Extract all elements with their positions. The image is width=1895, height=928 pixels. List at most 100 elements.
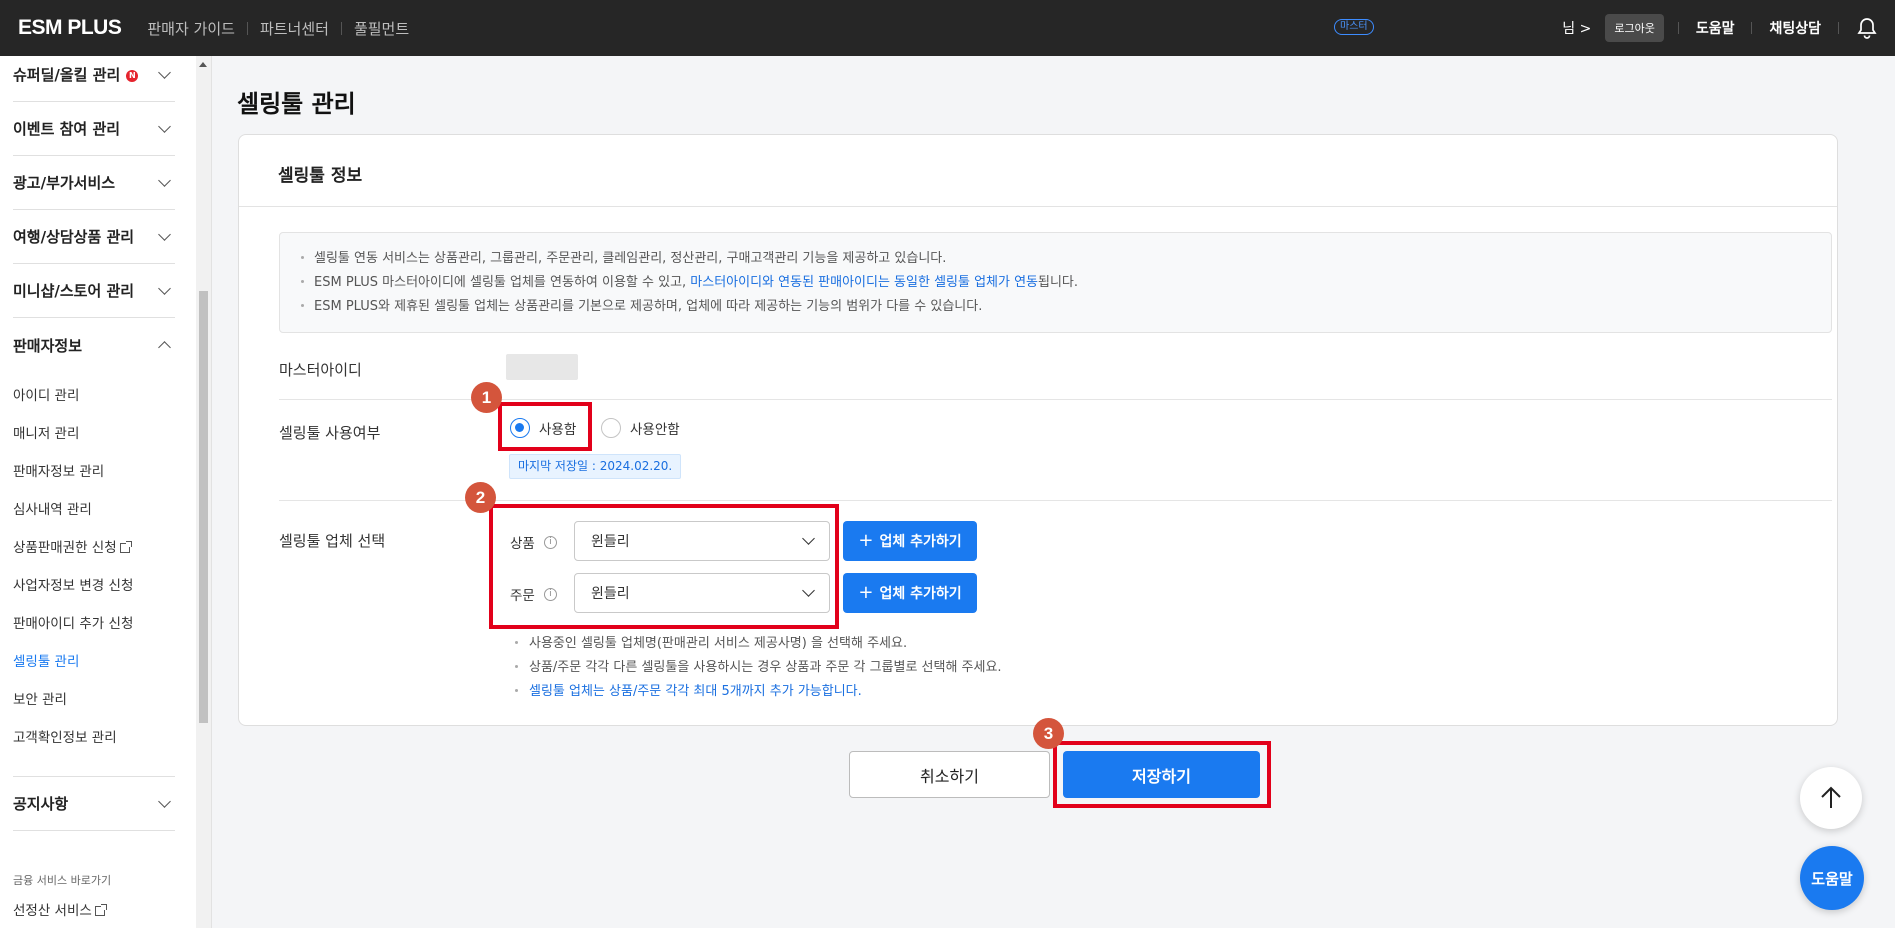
nav-partner-center[interactable]: 파트너센터 bbox=[260, 18, 329, 39]
chevron-down-icon bbox=[158, 794, 171, 808]
radio-no-use[interactable]: 사용안함 bbox=[601, 418, 680, 438]
sidebar-item-seller-info[interactable]: 판매자정보 관리 bbox=[13, 460, 104, 480]
info-text: 셀링툴 연동 서비스는 상품관리, 그룹관리, 주문관리, 클레임관리, 정산관… bbox=[314, 251, 947, 266]
external-link-icon bbox=[94, 904, 107, 916]
help-float-button[interactable]: 도움말 bbox=[1800, 846, 1864, 910]
radio-label: 사용안함 bbox=[630, 422, 680, 438]
chevron-down-icon bbox=[158, 227, 171, 241]
note-line: 셀링툴 업체는 상품/주문 각각 최대 5개까지 추가 가능합니다. bbox=[515, 680, 1002, 704]
sidebar-group-label: 공지사항 bbox=[13, 795, 69, 813]
sidebar-group-travel[interactable]: 여행/상담상품 관리 bbox=[13, 210, 175, 264]
sidebar-item-id-manage[interactable]: 아이디 관리 bbox=[13, 384, 79, 404]
plus-icon: + bbox=[858, 529, 874, 551]
sidebar-item-business-change[interactable]: 사업자정보 변경 신청 bbox=[13, 574, 133, 594]
vendor-select-label: 셀링툴 업체 선택 bbox=[279, 532, 386, 550]
chevron-down-icon bbox=[158, 173, 171, 187]
info-text: ESM PLUS 마스터아이디에 셀링툴 업체를 연동하여 이용할 수 있고, bbox=[314, 275, 691, 290]
note-line: 사용중인 셀링툴 업체명(판매관리 서비스 제공사명) 을 선택해 주세요. bbox=[515, 632, 1002, 656]
bullet bbox=[301, 256, 304, 259]
chevron-up-icon bbox=[158, 340, 171, 354]
card-title: 셀링툴 정보 bbox=[278, 166, 363, 186]
sidebar-group-notice[interactable]: 공지사항 bbox=[13, 777, 175, 831]
nav-divider bbox=[246, 21, 248, 35]
sidebar-item-review-history[interactable]: 심사내역 관리 bbox=[13, 498, 92, 518]
button-label: 업체 추가하기 bbox=[879, 586, 962, 602]
annotation-marker-1: 1 bbox=[471, 382, 502, 413]
external-link-icon bbox=[119, 541, 132, 553]
bullet bbox=[301, 280, 304, 283]
note-line: 상품/주문 각각 다른 셀링툴을 사용하시는 경우 상품과 주문 각 그룹별로 … bbox=[515, 656, 1002, 680]
help-link[interactable]: 도움말 bbox=[1696, 18, 1735, 38]
cancel-button[interactable]: 취소하기 bbox=[849, 751, 1050, 798]
annotation-marker-3: 3 bbox=[1033, 718, 1064, 749]
sidebar-item-customer-verify[interactable]: 고객확인정보 관리 bbox=[13, 726, 117, 746]
nav-fulfillment[interactable]: 풀필먼트 bbox=[354, 18, 409, 39]
master-id-label: 마스터아이디 bbox=[279, 361, 362, 379]
add-order-vendor-button[interactable]: + 업체 추가하기 bbox=[843, 573, 977, 613]
sidebar-group-ads[interactable]: 광고/부가서비스 bbox=[13, 156, 175, 210]
sidebar-group-label: 미니샵/스토어 관리 bbox=[13, 282, 135, 300]
sidebar: 슈퍼딜/올킬 관리 N 이벤트 참여 관리 광고/부가서비스 여행/상담상품 관리… bbox=[0, 56, 212, 928]
master-id-value-masked bbox=[506, 354, 578, 380]
card-header: 셀링툴 정보 bbox=[239, 135, 1837, 207]
bullet bbox=[515, 641, 518, 644]
button-label: 업체 추가하기 bbox=[879, 534, 962, 550]
row-divider bbox=[279, 500, 1832, 501]
top-nav: 판매자 가이드 파트너센터 풀필먼트 bbox=[147, 18, 409, 39]
selling-tool-card: 셀링툴 정보 셀링툴 연동 서비스는 상품관리, 그룹관리, 주문관리, 클레임… bbox=[238, 134, 1838, 726]
nav-divider bbox=[340, 21, 342, 35]
sidebar-group-label: 여행/상담상품 관리 bbox=[13, 228, 135, 246]
radio-circle[interactable] bbox=[601, 418, 621, 438]
sidebar-item-security[interactable]: 보안 관리 bbox=[13, 688, 67, 708]
usage-label: 셀링툴 사용여부 bbox=[279, 424, 381, 442]
annotation-box-3 bbox=[1053, 741, 1271, 808]
bell-icon[interactable] bbox=[1839, 0, 1895, 56]
info-line: ESM PLUS와 제휴된 셀링툴 업체는 상품관리를 기본으로 제공하며, 업… bbox=[301, 295, 1831, 319]
logout-button[interactable]: 로그아웃 bbox=[1605, 14, 1664, 42]
info-text: 됩니다. bbox=[1038, 275, 1079, 290]
last-saved-badge: 마지막 저장일 : 2024.02.20. bbox=[509, 454, 682, 479]
annotation-marker-2: 2 bbox=[465, 482, 496, 513]
note-highlight: 셀링툴 업체는 상품/주문 각각 최대 5개까지 추가 가능합니다. bbox=[529, 684, 862, 699]
sidebar-item-selling-tool[interactable]: 셀링툴 관리 bbox=[13, 650, 79, 670]
sidebar-group-label: 판매자정보 bbox=[13, 336, 83, 355]
page-title: 셀링툴 관리 bbox=[237, 90, 356, 118]
sidebar-item-sales-permission[interactable]: 상품판매권한 신청 bbox=[13, 536, 132, 556]
scroll-to-top-button[interactable] bbox=[1800, 767, 1862, 829]
info-line: ESM PLUS 마스터아이디에 셀링툴 업체를 연동하여 이용할 수 있고, … bbox=[301, 271, 1831, 295]
sidebar-group-seller-info[interactable]: 판매자정보 bbox=[13, 318, 175, 372]
info-box: 셀링툴 연동 서비스는 상품관리, 그룹관리, 주문관리, 클레임관리, 정산관… bbox=[279, 232, 1832, 333]
finance-section-label: 금융 서비스 바로가기 bbox=[13, 874, 112, 887]
scroll-thumb[interactable] bbox=[199, 291, 208, 723]
sidebar-item-pre-settlement[interactable]: 선정산 서비스 bbox=[13, 899, 107, 919]
sidebar-item-label: 선정산 서비스 bbox=[13, 903, 92, 919]
info-text: ESM PLUS와 제휴된 셀링툴 업체는 상품관리를 기본으로 제공하며, 업… bbox=[314, 299, 983, 314]
sidebar-item-manager-manage[interactable]: 매니저 관리 bbox=[13, 422, 79, 442]
sidebar-item-add-sales-id[interactable]: 판매아이디 추가 신청 bbox=[13, 612, 133, 632]
annotation-box-1 bbox=[498, 402, 592, 451]
sidebar-group-event[interactable]: 이벤트 참여 관리 bbox=[13, 102, 175, 156]
sidebar-group-label: 슈퍼딜/올킬 관리 bbox=[13, 66, 121, 84]
esm-plus-logo[interactable]: ESM PLUS bbox=[18, 16, 122, 40]
user-menu[interactable]: 님 > bbox=[1562, 18, 1591, 38]
bullet bbox=[301, 304, 304, 307]
note-text: 사용중인 셀링툴 업체명(판매관리 서비스 제공사명) 을 선택해 주세요. bbox=[529, 636, 908, 651]
chevron-down-icon bbox=[158, 65, 171, 79]
nav-seller-guide[interactable]: 판매자 가이드 bbox=[147, 18, 235, 39]
bullet bbox=[515, 665, 518, 668]
top-right: 님 > 로그아웃 도움말 채팅상담 bbox=[1562, 0, 1895, 56]
sidebar-group-label: 이벤트 참여 관리 bbox=[13, 120, 121, 138]
sidebar-group-label: 광고/부가서비스 bbox=[13, 174, 116, 192]
new-badge: N bbox=[126, 70, 139, 82]
chat-link[interactable]: 채팅상담 bbox=[1769, 18, 1821, 38]
sidebar-group-superdeal[interactable]: 슈퍼딜/올킬 관리 N bbox=[13, 56, 175, 102]
sidebar-scrollbar[interactable] bbox=[196, 56, 211, 928]
header-divider bbox=[1677, 22, 1679, 34]
chevron-down-icon bbox=[158, 281, 171, 295]
annotation-box-2 bbox=[489, 504, 839, 629]
sidebar-group-minishop[interactable]: 미니샵/스토어 관리 bbox=[13, 264, 175, 318]
add-product-vendor-button[interactable]: + 업체 추가하기 bbox=[843, 521, 977, 561]
info-line: 셀링툴 연동 서비스는 상품관리, 그룹관리, 주문관리, 클레임관리, 정산관… bbox=[301, 247, 1831, 271]
scroll-up-arrow-icon[interactable] bbox=[199, 62, 207, 67]
plus-icon: + bbox=[858, 581, 874, 603]
